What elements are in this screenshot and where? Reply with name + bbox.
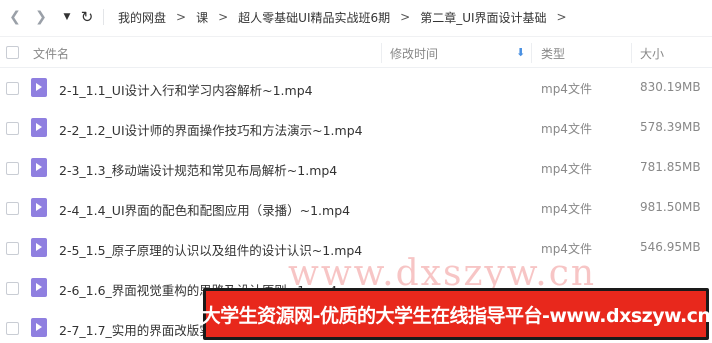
promo-banner-text: 大学生资源网-优质的大学生在线指导平台-www.dxszyw.cn — [201, 304, 711, 327]
file-size: 830.19MB — [640, 80, 701, 94]
video-file-icon — [31, 78, 47, 97]
file-list-header: 文件名 修改时间 ⬇ 类型 大小 — [0, 36, 712, 68]
column-divider — [631, 43, 632, 63]
breadcrumb: 我的网盘 > 课 > 超人零基础UI精品实战班6期 > 第二章_UI界面设计基础… — [118, 9, 577, 25]
file-size: 981.50MB — [640, 200, 701, 214]
video-file-icon — [31, 118, 47, 137]
file-type: mp4文件 — [541, 202, 592, 216]
file-name[interactable]: 2-4_1.4_UI界面的配色和配图应用（录播）~1.mp4 — [59, 200, 350, 219]
toolbar: ❮ ❯ ▼ ↻ 我的网盘 > 课 > 超人零基础UI精品实战班6期 > 第二章_… — [0, 0, 712, 34]
video-file-icon — [31, 238, 47, 257]
select-all-checkbox[interactable] — [6, 46, 19, 59]
breadcrumb-separator: > — [556, 10, 567, 24]
video-file-icon — [31, 198, 47, 217]
file-type: mp4文件 — [541, 162, 592, 176]
file-row[interactable]: 2-3_1.3_移动端设计规范和常见布局解析~1.mp4 mp4文件 781.8… — [0, 148, 712, 188]
video-file-icon — [31, 158, 47, 177]
file-size: 781.85MB — [640, 160, 701, 174]
breadcrumb-separator: > — [176, 10, 187, 24]
file-size: 546.95MB — [640, 240, 701, 254]
caret-down-icon[interactable]: ▼ — [58, 8, 76, 26]
row-checkbox[interactable] — [6, 162, 19, 175]
column-divider — [531, 43, 532, 63]
video-file-icon — [31, 318, 47, 337]
chevron-left-icon[interactable]: ❮ — [6, 8, 24, 26]
row-checkbox[interactable] — [6, 322, 19, 335]
file-name[interactable]: 2-7_1.7_实用的界面改版实 — [59, 320, 212, 339]
file-name[interactable]: 2-3_1.3_移动端设计规范和常见布局解析~1.mp4 — [59, 160, 337, 179]
file-type: mp4文件 — [541, 82, 592, 96]
chevron-right-icon[interactable]: ❯ — [32, 8, 50, 26]
row-checkbox[interactable] — [6, 282, 19, 295]
column-header-size[interactable]: 大小 — [640, 45, 664, 62]
file-row[interactable]: 2-4_1.4_UI界面的配色和配图应用（录播）~1.mp4 mp4文件 981… — [0, 188, 712, 228]
breadcrumb-item-course[interactable]: 课 — [196, 9, 208, 26]
column-header-modified[interactable]: 修改时间 — [390, 45, 438, 62]
breadcrumb-separator: > — [218, 10, 229, 24]
arrow-down-icon[interactable]: ⬇ — [516, 46, 525, 59]
breadcrumb-item-root[interactable]: 我的网盘 — [118, 9, 166, 26]
file-name[interactable]: 2-2_1.2_UI设计师的界面操作技巧和方法演示~1.mp4 — [59, 120, 363, 139]
file-row[interactable]: 2-2_1.2_UI设计师的界面操作技巧和方法演示~1.mp4 mp4文件 57… — [0, 108, 712, 148]
file-size: 578.39MB — [640, 120, 701, 134]
file-row[interactable]: 2-1_1.1_UI设计入行和学习内容解析~1.mp4 mp4文件 830.19… — [0, 68, 712, 108]
refresh-icon[interactable]: ↻ — [78, 8, 96, 26]
column-header-type[interactable]: 类型 — [541, 45, 565, 62]
row-checkbox[interactable] — [6, 202, 19, 215]
file-name[interactable]: 2-1_1.1_UI设计入行和学习内容解析~1.mp4 — [59, 80, 313, 99]
breadcrumb-item-class[interactable]: 超人零基础UI精品实战班6期 — [238, 9, 390, 26]
file-type: mp4文件 — [541, 122, 592, 136]
breadcrumb-separator: > — [400, 10, 411, 24]
promo-banner: 大学生资源网-优质的大学生在线指导平台-www.dxszyw.cn — [201, 288, 711, 340]
row-checkbox[interactable] — [6, 242, 19, 255]
breadcrumb-item-chapter[interactable]: 第二章_UI界面设计基础 — [420, 9, 546, 26]
toolbar-divider — [103, 9, 104, 25]
row-checkbox[interactable] — [6, 122, 19, 135]
column-divider — [381, 43, 382, 63]
row-checkbox[interactable] — [6, 82, 19, 95]
video-file-icon — [31, 278, 47, 297]
column-header-name[interactable]: 文件名 — [33, 45, 69, 62]
